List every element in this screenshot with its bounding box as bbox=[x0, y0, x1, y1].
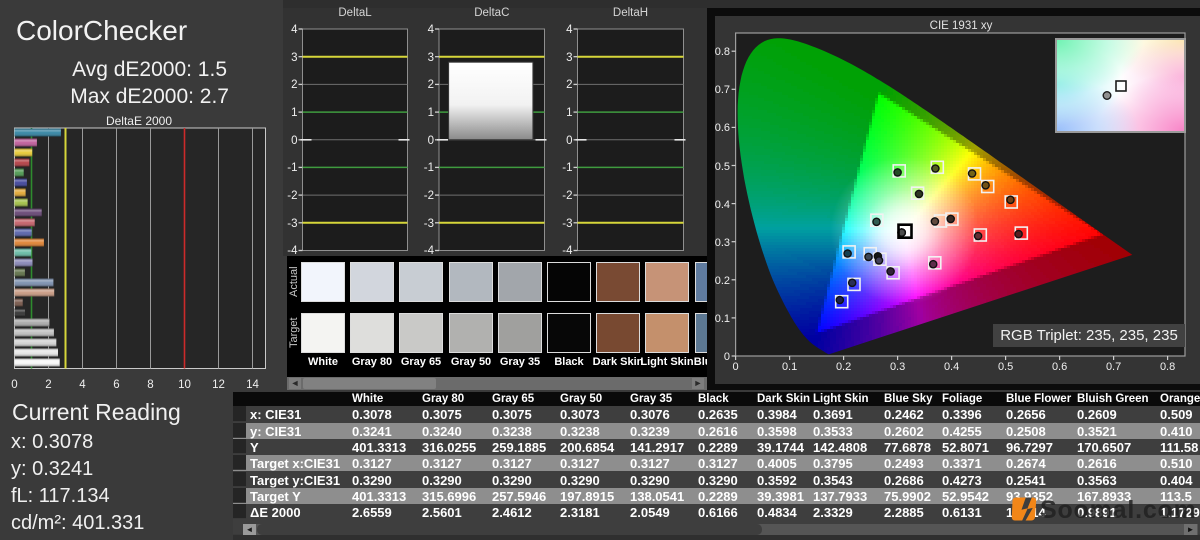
svg-text:0.3: 0.3 bbox=[715, 237, 730, 249]
svg-text:0.2: 0.2 bbox=[715, 275, 730, 287]
svg-text:0.1: 0.1 bbox=[782, 361, 797, 373]
svg-text:0.3: 0.3 bbox=[890, 361, 905, 373]
svg-text:0: 0 bbox=[733, 361, 739, 373]
svg-text:0.7: 0.7 bbox=[1106, 361, 1121, 373]
svg-text:0.4: 0.4 bbox=[944, 361, 959, 373]
svg-text:0: 0 bbox=[724, 351, 730, 363]
svg-text:0.6: 0.6 bbox=[1052, 361, 1067, 373]
svg-text:0.1: 0.1 bbox=[715, 313, 730, 325]
svg-text:0.4: 0.4 bbox=[715, 199, 730, 211]
svg-text:0.8: 0.8 bbox=[715, 46, 730, 58]
svg-text:0.7: 0.7 bbox=[715, 84, 730, 96]
svg-text:0.8: 0.8 bbox=[1160, 361, 1175, 373]
svg-text:0.5: 0.5 bbox=[715, 161, 730, 173]
svg-text:0.2: 0.2 bbox=[836, 361, 851, 373]
svg-text:CIE 1931 xy: CIE 1931 xy bbox=[930, 20, 993, 32]
svg-text:0.6: 0.6 bbox=[715, 122, 730, 134]
svg-text:0.5: 0.5 bbox=[998, 361, 1013, 373]
